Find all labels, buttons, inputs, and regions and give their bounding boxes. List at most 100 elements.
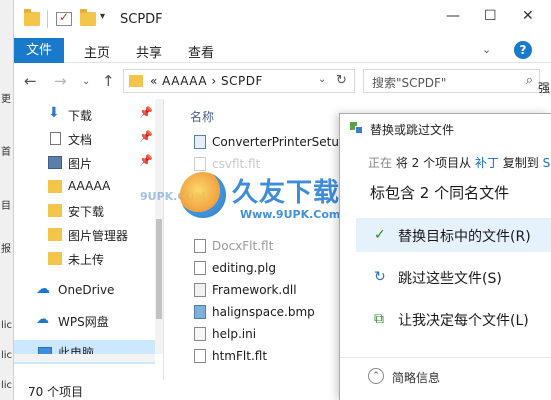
decide-icon: ⧉ [374, 311, 384, 327]
sidebar-item-label: 未上传 [68, 253, 105, 267]
scrollbar-thumb[interactable] [156, 219, 162, 319]
refresh-icon[interactable]: ↻ [336, 73, 347, 88]
source-folder-link[interactable]: 补丁 [475, 156, 499, 170]
item-count: 70 个项目 [28, 385, 84, 399]
tab-file[interactable]: 文件 [14, 38, 64, 63]
up-arrow-icon[interactable]: ↑ [102, 72, 115, 90]
chevron-down-icon[interactable]: ⌄ [482, 43, 491, 56]
forward-arrow-icon[interactable]: → [54, 72, 67, 90]
sidebar-item-aaaaa[interactable]: AAAAA [14, 175, 155, 199]
sidebar-item-label: 下载 [68, 109, 93, 123]
search-input[interactable]: 搜索"SCPDF" ⌕ [363, 69, 540, 93]
tab-share[interactable]: 共享 [136, 42, 162, 61]
window-title: SCPDF [120, 12, 163, 27]
document-icon [50, 132, 61, 145]
file-name: ConverterPrinterSetup [212, 135, 347, 149]
file-icon [194, 239, 206, 253]
sidebar-item-pictures[interactable]: 图片 📌 [14, 151, 155, 175]
background-text: 报 [1, 244, 11, 255]
new-folder-icon[interactable] [80, 9, 96, 26]
sidebar-item-not-uploaded[interactable]: 未上传 [14, 247, 155, 271]
cloud-icon: ☁ [36, 281, 50, 297]
folder-icon [24, 9, 40, 26]
sidebar-item-documents[interactable]: 文档 📌 [14, 127, 155, 151]
tab-home[interactable]: 主页 [84, 42, 110, 61]
skip-files-option[interactable]: ↻ 跳过这些文件(S) [356, 260, 551, 294]
pin-icon[interactable]: 📌 [139, 154, 153, 167]
minimize-button[interactable]: — [446, 8, 460, 24]
close-button[interactable]: ✕ [522, 8, 534, 24]
watermark-url-text: 9UPK.COM [140, 190, 206, 203]
ribbon-tabs: 文件 主页 共享 查看 ⌄ ? [14, 38, 551, 63]
folder-icon [48, 228, 62, 241]
background-text: 目 [1, 201, 11, 212]
help-button[interactable]: ? [514, 41, 532, 59]
sidebar-item-wps-cloud[interactable]: ☁ WPS网盘 [14, 309, 155, 333]
background-text: 强 [538, 81, 551, 95]
option-label: 替换目标中的文件(R) [398, 229, 531, 245]
chevron-down-icon[interactable]: ⌄ [318, 74, 326, 85]
background-text: 更 [1, 94, 11, 105]
sidebar-item-label: WPS网盘 [58, 315, 109, 329]
sidebar-item-downloads[interactable]: ⬇ 下载 📌 [14, 103, 155, 127]
file-name: editing.plg [212, 261, 276, 275]
search-icon: ⌕ [525, 73, 533, 88]
file-icon [194, 261, 206, 275]
sidebar-item-label: OneDrive [58, 283, 115, 297]
dialog-description: 正在 将 2 个项目从 补丁 复制到 SC [368, 154, 551, 171]
background-text: lic [1, 350, 13, 361]
sidebar-item-label: 文档 [68, 133, 93, 147]
customize-toolbar-icon[interactable]: ▾ [100, 11, 105, 22]
file-name: csvflt.flt [212, 157, 261, 171]
navigation-pane: ⬇ 下载 📌 文档 📌 图片 📌 AAAAA 安下载 图片管理器 未上传 ☁ O… [14, 99, 155, 380]
description-text: 将 2 个项目从 [395, 156, 472, 170]
pictures-icon [48, 156, 62, 169]
navpane-scrollbar[interactable] [155, 99, 163, 354]
file-name: Framework.dll [212, 283, 297, 297]
folder-icon [129, 75, 143, 87]
tab-view[interactable]: 查看 [188, 42, 214, 61]
dialog-heading: 标包含 2 个同名文件 [370, 184, 510, 202]
sidebar-item-label: 图片 [68, 157, 93, 171]
address-bar[interactable]: « AAAAA › SCPDF ⌄ ↻ [123, 69, 355, 93]
file-name: DocxFlt.flt [212, 239, 274, 253]
file-name: htmFlt.flt [212, 349, 268, 363]
description-prefix: 正在 [368, 156, 393, 170]
navpane-horizontal-scrollbar[interactable] [14, 354, 155, 362]
maximize-button[interactable]: ☐ [484, 8, 497, 24]
sidebar-item-image-manager[interactable]: 图片管理器 [14, 223, 155, 247]
divider [340, 357, 551, 358]
background-text: lic [1, 320, 13, 331]
folder-icon [48, 252, 62, 265]
properties-icon[interactable] [56, 10, 72, 26]
fewer-details-button[interactable]: 简略信息 [392, 369, 440, 386]
pin-icon[interactable]: 📌 [139, 106, 153, 119]
settings-file-icon [194, 327, 206, 341]
dialog-title: 替换或跳过文件 [370, 123, 455, 137]
option-label: 跳过这些文件(S) [398, 271, 502, 287]
sidebar-item-onedrive[interactable]: ☁ OneDrive [14, 279, 155, 303]
file-icon [194, 157, 206, 171]
decide-each-file-option[interactable]: ⧉ 让我决定每个文件(L) [356, 302, 551, 336]
column-header-name[interactable]: 名称 [190, 108, 214, 125]
wps-cloud-icon: ☁ [36, 312, 49, 327]
file-name: help.ini [212, 327, 257, 341]
sidebar-item-label: AAAAA [68, 179, 111, 193]
background-text: lic [1, 380, 13, 391]
destination-folder-link[interactable]: SC [543, 156, 551, 170]
image-icon [194, 305, 206, 319]
skip-icon: ↻ [374, 269, 386, 285]
file-name: halignspace.bmp [212, 305, 315, 319]
recent-locations-icon[interactable]: ⌄ [82, 76, 90, 87]
background-text: 首 [1, 147, 11, 158]
divider [47, 10, 48, 28]
checkmark-icon: ✓ [374, 227, 386, 243]
chevron-up-icon[interactable]: ⌃ [368, 368, 384, 384]
back-arrow-icon[interactable]: ← [24, 72, 37, 90]
sidebar-item-label: 图片管理器 [68, 229, 129, 243]
pin-icon[interactable]: 📌 [139, 130, 153, 143]
copy-files-icon [350, 122, 364, 134]
sidebar-item-anxiazai[interactable]: 安下载 [14, 199, 155, 223]
search-placeholder: 搜索"SCPDF" [372, 76, 447, 90]
replace-files-option[interactable]: ✓ 替换目标中的文件(R) [356, 218, 551, 252]
